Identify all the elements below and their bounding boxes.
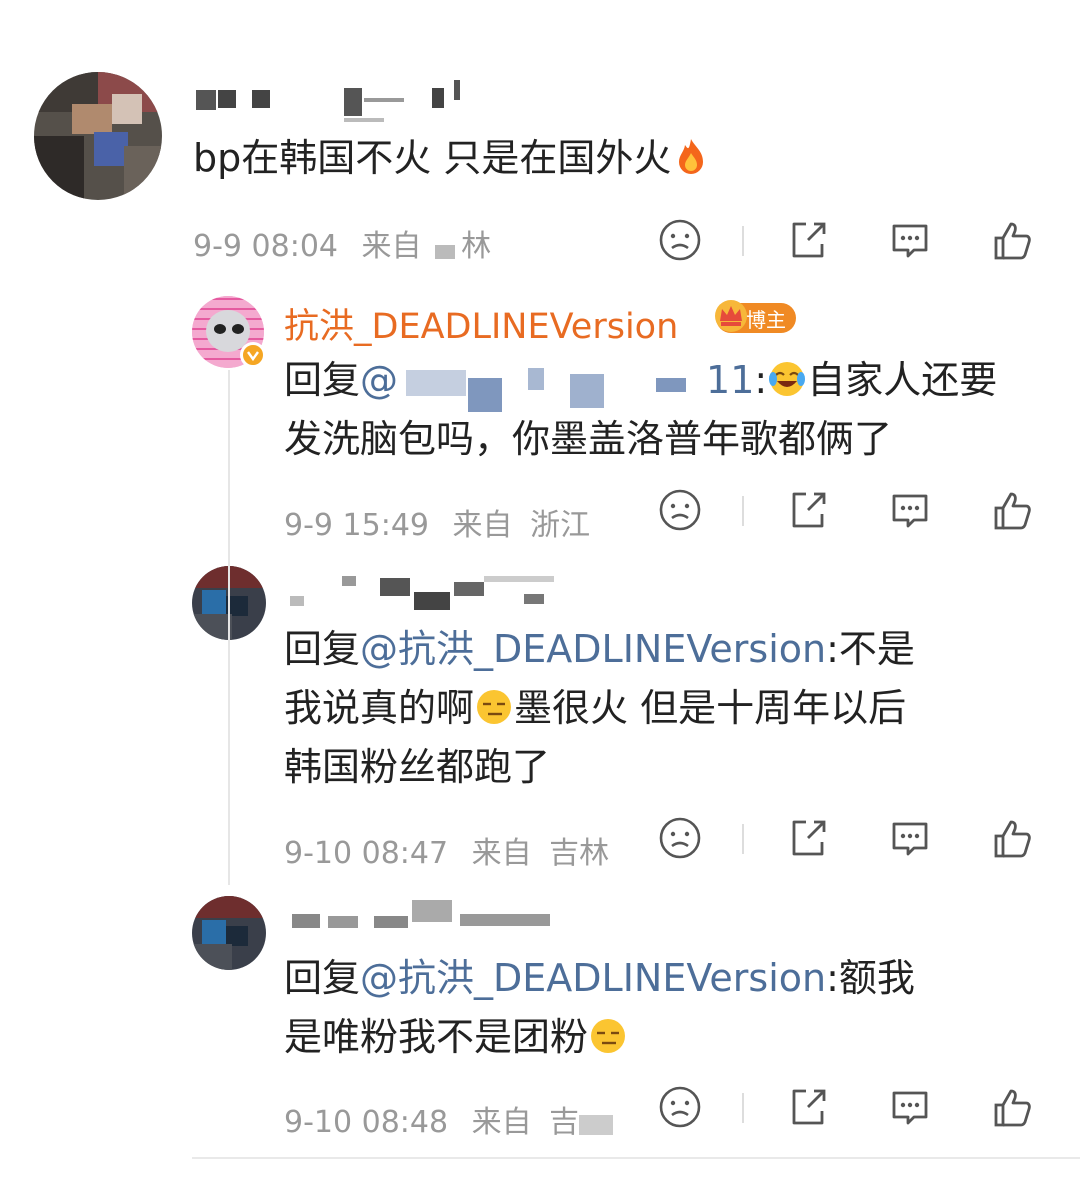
fire-emoji-icon [679, 139, 704, 174]
verified-badge-icon [240, 342, 266, 368]
mention-link[interactable]: @抗洪_DEADLINEVersion [360, 627, 826, 671]
location-blurred [431, 233, 461, 263]
thumbs-up-icon[interactable] [988, 486, 1036, 534]
action-bar [656, 814, 1036, 862]
reply-text: 回复@ 11: 自家人还要 发洗脑包吗，你墨盖洛普年歌都俩了 [284, 358, 998, 461]
share-icon[interactable] [784, 814, 832, 862]
from-label: 来自 [471, 836, 532, 871]
avatar[interactable] [192, 896, 266, 970]
reply-meta: 9-10 08:48 来自 吉 [284, 1097, 619, 1141]
action-bar [656, 1083, 1036, 1131]
crown-icon [715, 300, 747, 332]
share-icon[interactable] [784, 1083, 832, 1131]
thumbs-up-icon[interactable] [988, 1083, 1036, 1131]
separator [742, 1093, 744, 1123]
from-label: 来自 [452, 508, 513, 543]
from-label: 来自 [361, 229, 422, 264]
comment-time: 9-10 08:48 [284, 1105, 449, 1140]
divider [192, 1157, 1080, 1159]
comment-meta: 9-9 08:04 来自 林 [193, 229, 492, 264]
thumbs-up-icon[interactable] [988, 814, 1036, 862]
avatar[interactable] [34, 72, 162, 200]
username-blurred[interactable] [196, 78, 476, 122]
mention-link[interactable]: @ 11 [360, 358, 754, 412]
action-bar [656, 486, 1036, 534]
separator [742, 226, 744, 256]
squint-emoji-icon [591, 1019, 626, 1053]
username-blurred[interactable] [284, 572, 574, 612]
comment-icon[interactable] [886, 814, 934, 862]
comment-icon[interactable] [886, 486, 934, 534]
location: 吉 [549, 1105, 580, 1140]
location: 浙江 [530, 508, 591, 543]
username-blurred[interactable] [284, 898, 574, 938]
comment-time: 9-9 08:04 [193, 229, 338, 264]
share-icon[interactable] [784, 216, 832, 264]
reply-meta: 9-10 08:47 来自 吉林 [284, 828, 609, 872]
share-icon[interactable] [784, 486, 832, 534]
reply-text: 回复@抗洪_DEADLINEVersion:不是 我说真的啊 墨很火 但是十周年以… [284, 627, 915, 789]
comment-icon[interactable] [886, 1083, 934, 1131]
blogger-badge: 博主 [715, 300, 796, 333]
mention-blurred [398, 364, 706, 412]
sad-face-icon[interactable] [656, 814, 704, 862]
laugh-cry-emoji-icon [769, 362, 806, 396]
location: 吉林 [549, 836, 610, 871]
squint-emoji-icon [477, 690, 512, 724]
comment-time: 9-9 15:49 [284, 508, 429, 543]
sad-face-icon[interactable] [656, 486, 704, 534]
from-label: 来自 [471, 1105, 532, 1140]
comment-icon[interactable] [886, 216, 934, 264]
action-bar [656, 216, 1036, 264]
separator [742, 824, 744, 854]
thread-line [228, 370, 230, 885]
separator [742, 496, 744, 526]
username[interactable]: 抗洪_DEADLINEVersion [284, 298, 678, 349]
comment-time: 9-10 08:47 [284, 836, 449, 871]
reply-meta: 9-9 15:49 来自 浙江 [284, 500, 590, 544]
comment-text: bp在韩国不火 只是在国外火 [193, 129, 711, 188]
sad-face-icon[interactable] [656, 1083, 704, 1131]
thumbs-up-icon[interactable] [988, 216, 1036, 264]
mention-link[interactable]: @抗洪_DEADLINEVersion [360, 956, 826, 1000]
reply-text: 回复@抗洪_DEADLINEVersion:额我 是唯粉我不是团粉 [284, 956, 915, 1059]
sad-face-icon[interactable] [656, 216, 704, 264]
